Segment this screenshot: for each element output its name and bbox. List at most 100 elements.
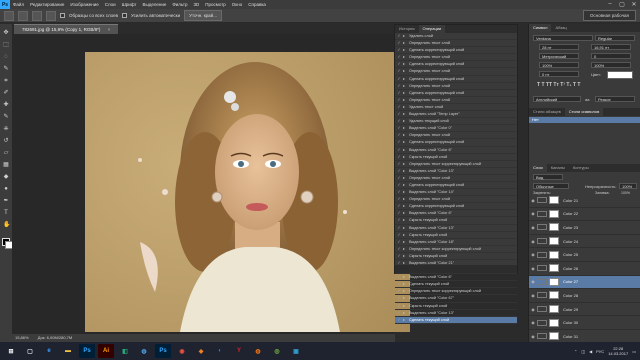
tracking-select[interactable]: 0 (591, 53, 631, 59)
toggle-check-icon[interactable]: ✓ (395, 125, 403, 131)
font-family-select[interactable]: Verdana (533, 35, 593, 41)
layer-row[interactable]: ◉ Color 27 (529, 275, 640, 290)
toggle-check-icon[interactable]: ✓ (395, 168, 403, 174)
toggle-check-icon[interactable]: ✓ (395, 303, 403, 309)
toggle-check-icon[interactable]: ✓ (395, 295, 403, 301)
layer-row[interactable]: ◉ Color 30 (529, 316, 640, 330)
close-icon[interactable]: ✕ (628, 1, 640, 8)
move-tool-icon[interactable]: ✥ (3, 30, 9, 36)
history-row[interactable]: ✓ ▸ Удалить текущий слой (395, 118, 517, 126)
leading-field[interactable]: 16,91 пт (591, 44, 631, 50)
tab-paragraph[interactable]: Абзац (551, 24, 570, 32)
toggle-check-icon[interactable]: ✓ (395, 281, 403, 287)
history-row[interactable]: ✓ ▸ Сделать корректирующий слой (395, 90, 517, 97)
close-tab-icon[interactable]: × (108, 27, 111, 32)
history-row[interactable]: ✓ ▸ Определить текст слой (395, 40, 517, 48)
history-row[interactable]: ✓ ▸ Сделать корректирующий слой (395, 203, 517, 211)
taskbar-app-icon[interactable]: ▬ (60, 344, 76, 358)
eraser-tool-icon[interactable]: ▱ (3, 150, 9, 156)
toggle-check-icon[interactable]: ✓ (395, 288, 403, 294)
taskbar-app-icon[interactable]: ◍ (250, 344, 266, 358)
history-row[interactable]: ✓ ▸ Выделить слой "Color 0" (395, 125, 517, 133)
brush-tool-icon[interactable]: ✎ (3, 114, 9, 120)
new-selection-icon[interactable] (18, 10, 28, 21)
history-row[interactable]: ✓▸Скрыть текущий слой (395, 253, 517, 260)
taskbar-app-icon[interactable]: ◐ (212, 344, 228, 358)
add-to-selection-icon[interactable] (32, 10, 42, 21)
history-row[interactable]: ✓ ▸ Сделать корректирующий слой (395, 139, 517, 147)
layer-row[interactable]: ◉ Color 22 (529, 208, 640, 222)
menu-image[interactable]: Изображение (67, 2, 101, 7)
layer-row[interactable]: ◉ Color 21 (529, 194, 640, 208)
toggle-check-icon[interactable]: ✓ (395, 175, 403, 181)
text-style-buttons[interactable]: T T TT Tт T¹ T₁ T T (537, 82, 580, 88)
history-row[interactable]: ✓ ▸ Удалить текст слой (395, 104, 517, 112)
history-row[interactable]: ✓▸Скрыть текущий слой (395, 217, 517, 225)
history-row[interactable]: ✓ ▸ Выделить слой "Color 67" (395, 295, 517, 303)
history-row[interactable]: ✓ ▸ Выделить слой "Color 13" (395, 168, 517, 175)
layer-row[interactable]: ◉ Color 25 (529, 248, 640, 262)
toggle-check-icon[interactable]: ✓ (395, 182, 403, 188)
toggle-check-icon[interactable]: ✓ (395, 189, 403, 195)
pen-tool-icon[interactable]: ✒ (3, 198, 9, 204)
anti-alias-select[interactable]: Резкое (595, 96, 635, 102)
toggle-check-icon[interactable]: ✓ (395, 203, 403, 209)
layer-row[interactable]: ◉ Color 28 (529, 289, 640, 303)
history-row[interactable]: ✓ ▸ Определить текст корректирующий слой (395, 246, 517, 253)
toggle-check-icon[interactable]: ✓ (395, 310, 403, 316)
visibility-eye-icon[interactable]: ◉ (529, 266, 537, 271)
history-row[interactable]: ✓ ▸ Сделать корректирующий слой (395, 61, 517, 69)
tab-layers[interactable]: Слои (529, 164, 547, 172)
layer-row[interactable]: ◉ Color 23 (529, 221, 640, 235)
history-row[interactable]: ✓ ▸ Выделить слой "Color 18" (395, 239, 517, 246)
history-row[interactable]: ✓ ▸ Сделать текущий слой (395, 281, 517, 289)
toggle-check-icon[interactable]: ✓ (395, 139, 403, 145)
toggle-check-icon[interactable]: ✓ (395, 210, 403, 216)
kerning-select[interactable]: Метрический (539, 53, 579, 59)
auto-enhance-checkbox[interactable] (122, 13, 128, 18)
menu-file[interactable]: Файл (10, 2, 27, 7)
history-row[interactable]: ✓▸Скрыть текущий слой (395, 232, 517, 239)
toggle-check-icon[interactable]: ✓ (395, 54, 403, 60)
refine-edge-button[interactable]: Уточн. край... (184, 10, 222, 21)
taskbar-app-icon[interactable]: Y (231, 344, 247, 358)
tab-paths[interactable]: Контуры (569, 164, 593, 172)
gradient-tool-icon[interactable]: ▦ (3, 162, 9, 168)
menu-layers[interactable]: Слои (102, 2, 119, 7)
visibility-eye-icon[interactable]: ◉ (529, 320, 537, 325)
toggle-check-icon[interactable]: ✓ (395, 68, 403, 74)
document-image[interactable] (85, 52, 410, 332)
history-row[interactable]: ✓▸Скрыть текущий слой (395, 303, 517, 310)
blend-mode-select[interactable]: Обычные (533, 183, 569, 189)
taskbar-app-icon[interactable]: Ai (98, 344, 114, 358)
notifications-icon[interactable]: ▭ (632, 349, 636, 354)
menu-view[interactable]: Просмотр (202, 2, 229, 7)
menu-help[interactable]: Справка (245, 2, 269, 7)
taskbar-app-icon[interactable]: ▣ (288, 344, 304, 358)
horizontal-scale-field[interactable]: 100% (591, 62, 631, 68)
tab-history[interactable]: История (395, 25, 419, 33)
history-row[interactable]: ✓ ▸ Определить текст корректирующий слой (395, 288, 517, 296)
toggle-check-icon[interactable]: ✓ (395, 61, 403, 67)
taskbar-app-icon[interactable]: ◆ (193, 344, 209, 358)
toggle-check-icon[interactable]: ✓ (395, 253, 403, 259)
toggle-check-icon[interactable]: ✓ (395, 196, 403, 202)
toggle-check-icon[interactable]: ✓ (395, 47, 403, 53)
volume-icon[interactable]: ◀ (589, 349, 592, 354)
layer-kind-filter[interactable]: Вид (533, 174, 563, 180)
toggle-check-icon[interactable]: ✓ (395, 97, 403, 103)
history-row[interactable]: ✓ ▸ Выделить слой "Color 13" (395, 225, 517, 232)
taskbar-app-icon[interactable]: Ps (155, 344, 171, 358)
history-row[interactable]: ✓ ▸ Сделать корректирующий слой (395, 47, 517, 55)
taskbar-app-icon[interactable]: ▢ (22, 344, 38, 358)
baseline-shift-field[interactable]: 0 пт (539, 71, 579, 77)
opacity-field[interactable]: 100% (619, 183, 637, 189)
taskbar-app-icon[interactable]: ◍ (136, 344, 152, 358)
history-row[interactable]: ✓ ▸ Сделать корректирующий слой (395, 182, 517, 190)
taskbar-app-icon[interactable]: Ps (79, 344, 95, 358)
tray-arrow-icon[interactable]: ⌃ (574, 349, 577, 354)
menu-edit[interactable]: Редактирование (27, 2, 67, 7)
menu-filter[interactable]: Фильтр (169, 2, 190, 7)
eyedropper-tool-icon[interactable]: ✐ (3, 90, 9, 96)
workspace-select[interactable]: Основная рабочая (582, 10, 636, 21)
